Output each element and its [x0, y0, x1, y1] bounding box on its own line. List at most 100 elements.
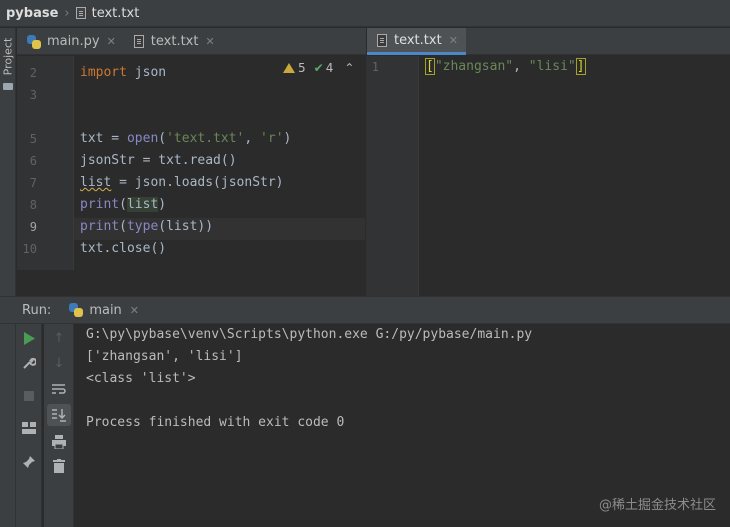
arrow-up-icon[interactable]: ↑ [51, 330, 67, 346]
close-icon[interactable]: ✕ [205, 35, 214, 48]
code-editor-main-py[interactable]: 2 3 5 6 7 8 9 10 import json txt = open(… [17, 56, 365, 270]
string-token: 'text.txt' [166, 131, 245, 146]
project-tool-button[interactable]: Project [1, 34, 15, 78]
code-token: jsonStr = txt.read() [80, 153, 237, 168]
run-tool-window-header: Run: main ✕ [0, 296, 730, 324]
breadcrumb-project[interactable]: pybase [6, 6, 58, 21]
code-editor-text-txt[interactable]: 1 ["zhangsan", "lisi"] [366, 56, 730, 296]
chevron-right-icon: › [64, 5, 70, 21]
warning-count: 5 [298, 61, 306, 75]
close-icon[interactable]: ✕ [130, 304, 139, 317]
python-file-icon [69, 303, 84, 317]
code-line[interactable]: txt = open('text.txt', 'r') [80, 131, 291, 146]
run-toolbar-primary [16, 324, 42, 527]
line-number: 5 [29, 132, 37, 146]
navigation-bar: pybase › text.txt [0, 0, 730, 27]
code-line[interactable]: ["zhangsan", "lisi"] [425, 58, 586, 75]
run-toolbar-secondary: ↑ ↓ [44, 324, 74, 527]
tab-text-txt-active[interactable]: text.txt ✕ [367, 28, 466, 55]
code-token: json [126, 65, 167, 80]
code-token: ( [119, 219, 127, 234]
warning-icon [283, 63, 295, 73]
builtin-token: type [126, 219, 159, 234]
check-icon: ✔ [313, 61, 324, 75]
builtin-token: print [80, 197, 120, 212]
code-line[interactable]: print(list) [80, 197, 166, 212]
close-icon[interactable]: ✕ [449, 34, 458, 47]
line-number: 1 [371, 60, 379, 74]
code-token: = json.loads(jsonStr) [111, 175, 284, 190]
code-token: ( [119, 197, 127, 212]
text-file-icon [377, 33, 387, 47]
weak-warning-count: 4 [325, 61, 334, 75]
run-label: Run: [22, 302, 52, 318]
left-editor-tabbar: main.py ✕ text.txt ✕ [17, 28, 366, 55]
code-line-current[interactable]: print(type(list)) [80, 219, 213, 234]
code-token: txt.close() [80, 241, 167, 256]
left-tool-strip: Project [0, 28, 16, 296]
string-token: 'r' [260, 131, 284, 146]
console-line: ['zhangsan', 'lisi'] [86, 349, 243, 364]
matched-bracket: [ [425, 58, 435, 75]
console-line: G:\py\pybase\venv\Scripts\python.exe G:/… [86, 327, 533, 342]
code-token: ) [283, 131, 292, 146]
line-number: 8 [29, 198, 37, 212]
code-token: (list)) [158, 219, 214, 234]
line-number: 10 [22, 242, 37, 256]
line-number: 6 [29, 154, 37, 168]
code-token: ( [158, 131, 167, 146]
line-number-gutter [367, 56, 419, 296]
code-line[interactable]: list = json.loads(jsonStr) [80, 175, 284, 190]
builtin-token: open [126, 131, 159, 146]
keyword-token: import [80, 65, 127, 80]
run-tab-label: main [89, 302, 122, 318]
run-tab-main[interactable]: main ✕ [69, 303, 139, 318]
print-icon[interactable] [51, 434, 67, 450]
line-number-current: 9 [29, 220, 37, 234]
string-token: "zhangsan" [434, 59, 514, 74]
close-icon[interactable]: ✕ [107, 35, 116, 48]
tab-main-py[interactable]: main.py ✕ [17, 28, 124, 55]
python-file-icon [27, 34, 41, 49]
project-tool-label: Project [1, 37, 15, 75]
code-line[interactable]: jsonStr = txt.read() [80, 153, 237, 168]
text-file-icon [133, 35, 144, 48]
left-tool-strip-bottom [0, 324, 16, 527]
console-line: <class 'list'> [86, 371, 196, 386]
right-editor-tabbar: text.txt ✕ [367, 28, 730, 55]
code-token: txt = [80, 131, 127, 146]
tab-label: main.py [47, 34, 100, 49]
tab-label: text.txt [150, 34, 199, 49]
inspection-widget[interactable]: 5 ✔ 4 ⌃ ⌄ [283, 61, 365, 75]
trash-icon[interactable] [51, 458, 67, 474]
tab-text-txt[interactable]: text.txt ✕ [124, 28, 223, 55]
layout-icon[interactable] [21, 420, 37, 436]
breadcrumb-file[interactable]: text.txt [92, 6, 140, 21]
code-token: , [244, 131, 261, 146]
console-line: Process finished with exit code 0 [86, 415, 345, 430]
string-token: "lisi" [528, 59, 576, 74]
folder-icon[interactable] [3, 83, 13, 90]
builtin-token: print [80, 219, 120, 234]
rerun-icon[interactable] [21, 330, 37, 346]
arrow-down-icon[interactable]: ↓ [51, 355, 67, 371]
pin-icon[interactable] [21, 454, 37, 470]
scroll-to-end-icon[interactable] [47, 404, 71, 426]
shadowed-name-token: list [80, 175, 112, 190]
code-line[interactable]: txt.close() [80, 241, 166, 256]
code-token: , [513, 59, 529, 74]
stop-icon[interactable] [21, 388, 37, 404]
chevron-up-icon[interactable]: ⌃ [344, 61, 354, 75]
tab-label: text.txt [394, 32, 442, 48]
code-line[interactable]: import json [80, 65, 166, 80]
editor-bottom-area [17, 270, 366, 296]
line-number: 3 [29, 88, 37, 102]
code-token: ) [158, 197, 167, 212]
highlighted-usage-token: list [126, 197, 159, 212]
soft-wrap-icon[interactable] [51, 381, 67, 397]
wrench-icon[interactable] [21, 355, 37, 371]
line-number: 2 [29, 66, 37, 80]
matched-bracket: ] [575, 58, 586, 75]
text-file-icon [75, 7, 86, 19]
watermark: @稀土掘金技术社区 [598, 498, 716, 513]
